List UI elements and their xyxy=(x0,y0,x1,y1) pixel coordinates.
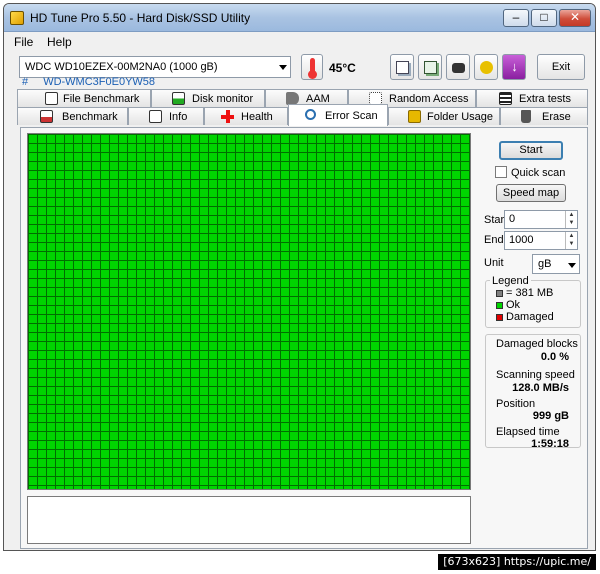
window-title: HD Tune Pro 5.50 - Hard Disk/SSD Utility xyxy=(30,11,251,25)
scanning-speed-label: Scanning speed xyxy=(496,369,575,381)
drive-select-value: WDC WD10EZEX-00M2NA0 (1000 gB) xyxy=(25,61,218,73)
thermometer-bulb xyxy=(308,70,317,79)
damaged-blocks-value: 0.0 % xyxy=(540,351,569,363)
tab-label: Random Access xyxy=(389,93,469,105)
legend-swatch-ok xyxy=(496,302,503,309)
copy-info-icon xyxy=(396,61,409,74)
end-input[interactable]: 1000 ▲ ▼ xyxy=(504,231,578,250)
health-cross-icon xyxy=(221,110,234,123)
start-input[interactable]: 0 ▲ ▼ xyxy=(504,210,578,229)
benchmark-icon xyxy=(40,110,53,123)
title-bar[interactable]: HD Tune Pro 5.50 - Hard Disk/SSD Utility… xyxy=(4,4,595,32)
tab-label: Extra tests xyxy=(519,93,571,105)
disk-monitor-icon xyxy=(172,92,185,105)
tab-label: Benchmark xyxy=(62,111,118,123)
minimize-button[interactable]: – xyxy=(503,9,529,27)
copy-text-button[interactable] xyxy=(418,54,442,80)
damaged-blocks-label: Damaged blocks xyxy=(496,338,578,350)
save-button[interactable]: ↓ xyxy=(502,54,526,80)
tab-label: Disk monitor xyxy=(192,93,254,105)
end-field-label: End xyxy=(484,234,504,246)
close-button[interactable]: ✕ xyxy=(559,9,591,27)
elapsed-time-value: 1:59:18 xyxy=(531,438,569,450)
extra-tests-icon xyxy=(499,92,512,105)
tab-extra-tests[interactable]: Extra tests xyxy=(476,89,588,107)
exit-button[interactable]: Exit xyxy=(537,54,585,80)
options-button[interactable] xyxy=(474,54,498,80)
info-icon xyxy=(149,110,162,123)
magnifier-icon xyxy=(305,109,316,120)
copy-text-icon xyxy=(424,61,437,74)
tab-disk-monitor[interactable]: Disk monitor xyxy=(151,89,265,107)
drive-serial-row: # WD-WMC3F0E0YW58 xyxy=(22,76,155,88)
tab-benchmark[interactable]: Benchmark xyxy=(17,107,128,125)
hash-label: # xyxy=(22,76,29,88)
tab-error-scan[interactable]: Error Scan xyxy=(288,104,388,126)
tab-label: Health xyxy=(241,111,273,123)
unit-select-value: gB xyxy=(538,258,552,270)
legend-block-size: = 381 MB xyxy=(506,287,554,299)
watermark-label: [673x623] https://upic.me/ xyxy=(438,554,596,570)
tab-health[interactable]: Health xyxy=(204,107,288,125)
end-input-value: 1000 xyxy=(509,234,534,246)
unit-label: Unit xyxy=(484,257,504,269)
app-icon xyxy=(10,11,24,25)
menu-bar: File Help xyxy=(4,32,595,52)
tab-label: Error Scan xyxy=(325,110,378,122)
unit-select[interactable]: gB xyxy=(532,254,580,274)
tab-label: File Benchmark xyxy=(63,93,140,105)
scan-log-box[interactable] xyxy=(27,496,471,544)
tab-folder-usage[interactable]: Folder Usage xyxy=(388,107,500,125)
elapsed-time-label: Elapsed time xyxy=(496,426,560,438)
tab-label: Info xyxy=(169,111,188,123)
maximize-button[interactable]: □ xyxy=(531,9,557,27)
scanning-speed-value: 128.0 MB/s xyxy=(512,382,569,394)
tab-label: Folder Usage xyxy=(427,111,494,123)
camera-icon xyxy=(452,63,465,73)
menu-file[interactable]: File xyxy=(14,35,33,49)
chevron-down-icon xyxy=(568,263,576,268)
quick-scan-label: Quick scan xyxy=(511,167,566,179)
legend-ok: Ok xyxy=(506,299,521,311)
start-spinner-icon[interactable]: ▲ ▼ xyxy=(565,211,577,228)
chevron-down-icon xyxy=(279,65,287,70)
error-scan-panel: Start Quick scan Speed map Start 0 ▲ ▼ En… xyxy=(20,127,588,549)
end-spinner-icon[interactable]: ▲ ▼ xyxy=(565,232,577,249)
legend-title: Legend xyxy=(490,275,531,287)
folder-icon xyxy=(408,110,421,123)
scan-block-map xyxy=(27,133,471,490)
legend-damaged: Damaged xyxy=(506,311,554,323)
tab-info[interactable]: Info xyxy=(128,107,204,125)
tab-erase[interactable]: Erase xyxy=(500,107,588,125)
legend-swatch-damaged xyxy=(496,314,503,321)
tab-file-benchmark[interactable]: File Benchmark xyxy=(17,89,151,107)
save-icon: ↓ xyxy=(511,59,518,74)
copy-info-button[interactable] xyxy=(390,54,414,80)
drive-serial: WD-WMC3F0E0YW58 xyxy=(43,76,156,88)
quick-scan-checkbox[interactable] xyxy=(495,166,507,178)
options-icon xyxy=(480,61,493,74)
temperature-value: 45°C xyxy=(329,61,356,75)
temperature-button[interactable] xyxy=(301,54,323,80)
start-input-value: 0 xyxy=(509,213,516,225)
legend-swatch-block-size xyxy=(496,290,503,297)
start-button[interactable]: Start xyxy=(499,141,563,160)
drive-select[interactable]: WDC WD10EZEX-00M2NA0 (1000 gB) xyxy=(19,56,291,78)
menu-help[interactable]: Help xyxy=(47,35,72,49)
speed-map-button[interactable]: Speed map xyxy=(496,184,566,202)
position-label: Position xyxy=(496,398,536,410)
file-benchmark-icon xyxy=(45,92,58,105)
app-window: HD Tune Pro 5.50 - Hard Disk/SSD Utility… xyxy=(3,3,596,551)
position-value: 999 gB xyxy=(532,410,569,422)
screenshot-button[interactable] xyxy=(446,54,470,80)
tab-label: Erase xyxy=(542,111,571,123)
trash-icon xyxy=(521,110,531,123)
